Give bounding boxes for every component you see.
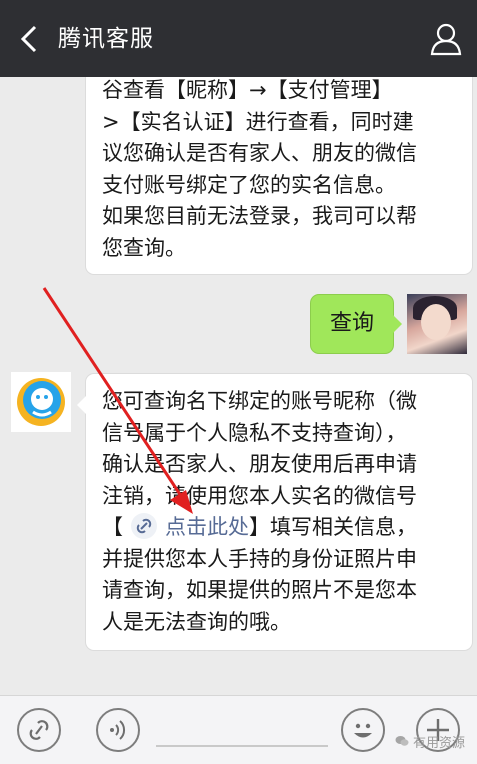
- message-line: 信号属于个人隐私不支持查询），: [102, 420, 407, 445]
- message-line-link: 【 点击此处】填写相关信息，: [102, 512, 462, 544]
- watermark-text: 有用资源: [412, 736, 465, 751]
- profile-button[interactable]: [427, 20, 465, 58]
- voice-icon: [110, 720, 126, 740]
- avatar-face: [421, 304, 451, 340]
- watermark: 有用资源: [395, 732, 465, 751]
- message-line: >【实名认证】进行查看，同时建: [102, 109, 414, 134]
- message-line: 注销，请使用您本人实名的微信号: [102, 483, 417, 508]
- chevron-left-icon: [20, 25, 37, 53]
- link-icon: [29, 720, 49, 740]
- back-button[interactable]: [14, 22, 48, 56]
- service-avatar[interactable]: [11, 372, 71, 432]
- person-icon: [430, 23, 462, 56]
- emoji-button[interactable]: [341, 708, 385, 752]
- message-line: 谷查看【昵称】→【支付管理】: [102, 78, 393, 102]
- message-line: 议您确认是否有家人、朋友的微信: [102, 141, 417, 165]
- message-line: 您查询。: [102, 235, 186, 260]
- message-line: 确认是否家人、朋友使用后再申请: [102, 452, 417, 476]
- page-title: 腾讯客服: [58, 26, 154, 52]
- user-avatar[interactable]: [407, 294, 467, 354]
- link-chip[interactable]: [131, 513, 157, 539]
- voice-button[interactable]: [96, 708, 140, 752]
- message-line: 请查询，如果提供的照片不是您本: [102, 578, 417, 602]
- wechat-icon: [395, 736, 409, 746]
- message-bubble-sent: 查询: [311, 295, 402, 353]
- top-bar: 腾讯客服: [0, 0, 477, 77]
- link-icon: [136, 518, 152, 534]
- message-line: 人是无法查询的哦。: [102, 609, 291, 634]
- message-bubble-received: 您可查询名下绑定的账号昵称（微 信号属于个人隐私不支持查询）， 确认是否家人、朋…: [77, 374, 472, 650]
- message-line: 您可查询名下绑定的账号昵称（微: [102, 389, 417, 413]
- message-line: 支付账号绑定了您的实名信息。: [102, 172, 396, 197]
- smiley-icon: [354, 723, 372, 738]
- chat-area[interactable]: 谷查看【昵称】→【支付管理】 >【实名认证】进行查看，同时建 议您确认是否有家人…: [0, 77, 477, 695]
- click-here-link[interactable]: 点击此处: [165, 515, 249, 539]
- message-input[interactable]: [156, 745, 328, 747]
- message-line: 并提供您本人手持的身份证照片申: [102, 546, 417, 571]
- link-prefix: 【: [102, 515, 123, 539]
- mini-program-button[interactable]: [17, 708, 61, 752]
- link-suffix: 】填写相关信息，: [249, 515, 417, 539]
- message-line: 如果您目前无法登录，我司可以帮: [102, 204, 417, 228]
- message-bubble-received: 谷查看【昵称】→【支付管理】 >【实名认证】进行查看，同时建 议您确认是否有家人…: [86, 77, 472, 274]
- tencent-service-logo-icon: [17, 378, 65, 426]
- input-bar: 有用资源: [0, 695, 477, 764]
